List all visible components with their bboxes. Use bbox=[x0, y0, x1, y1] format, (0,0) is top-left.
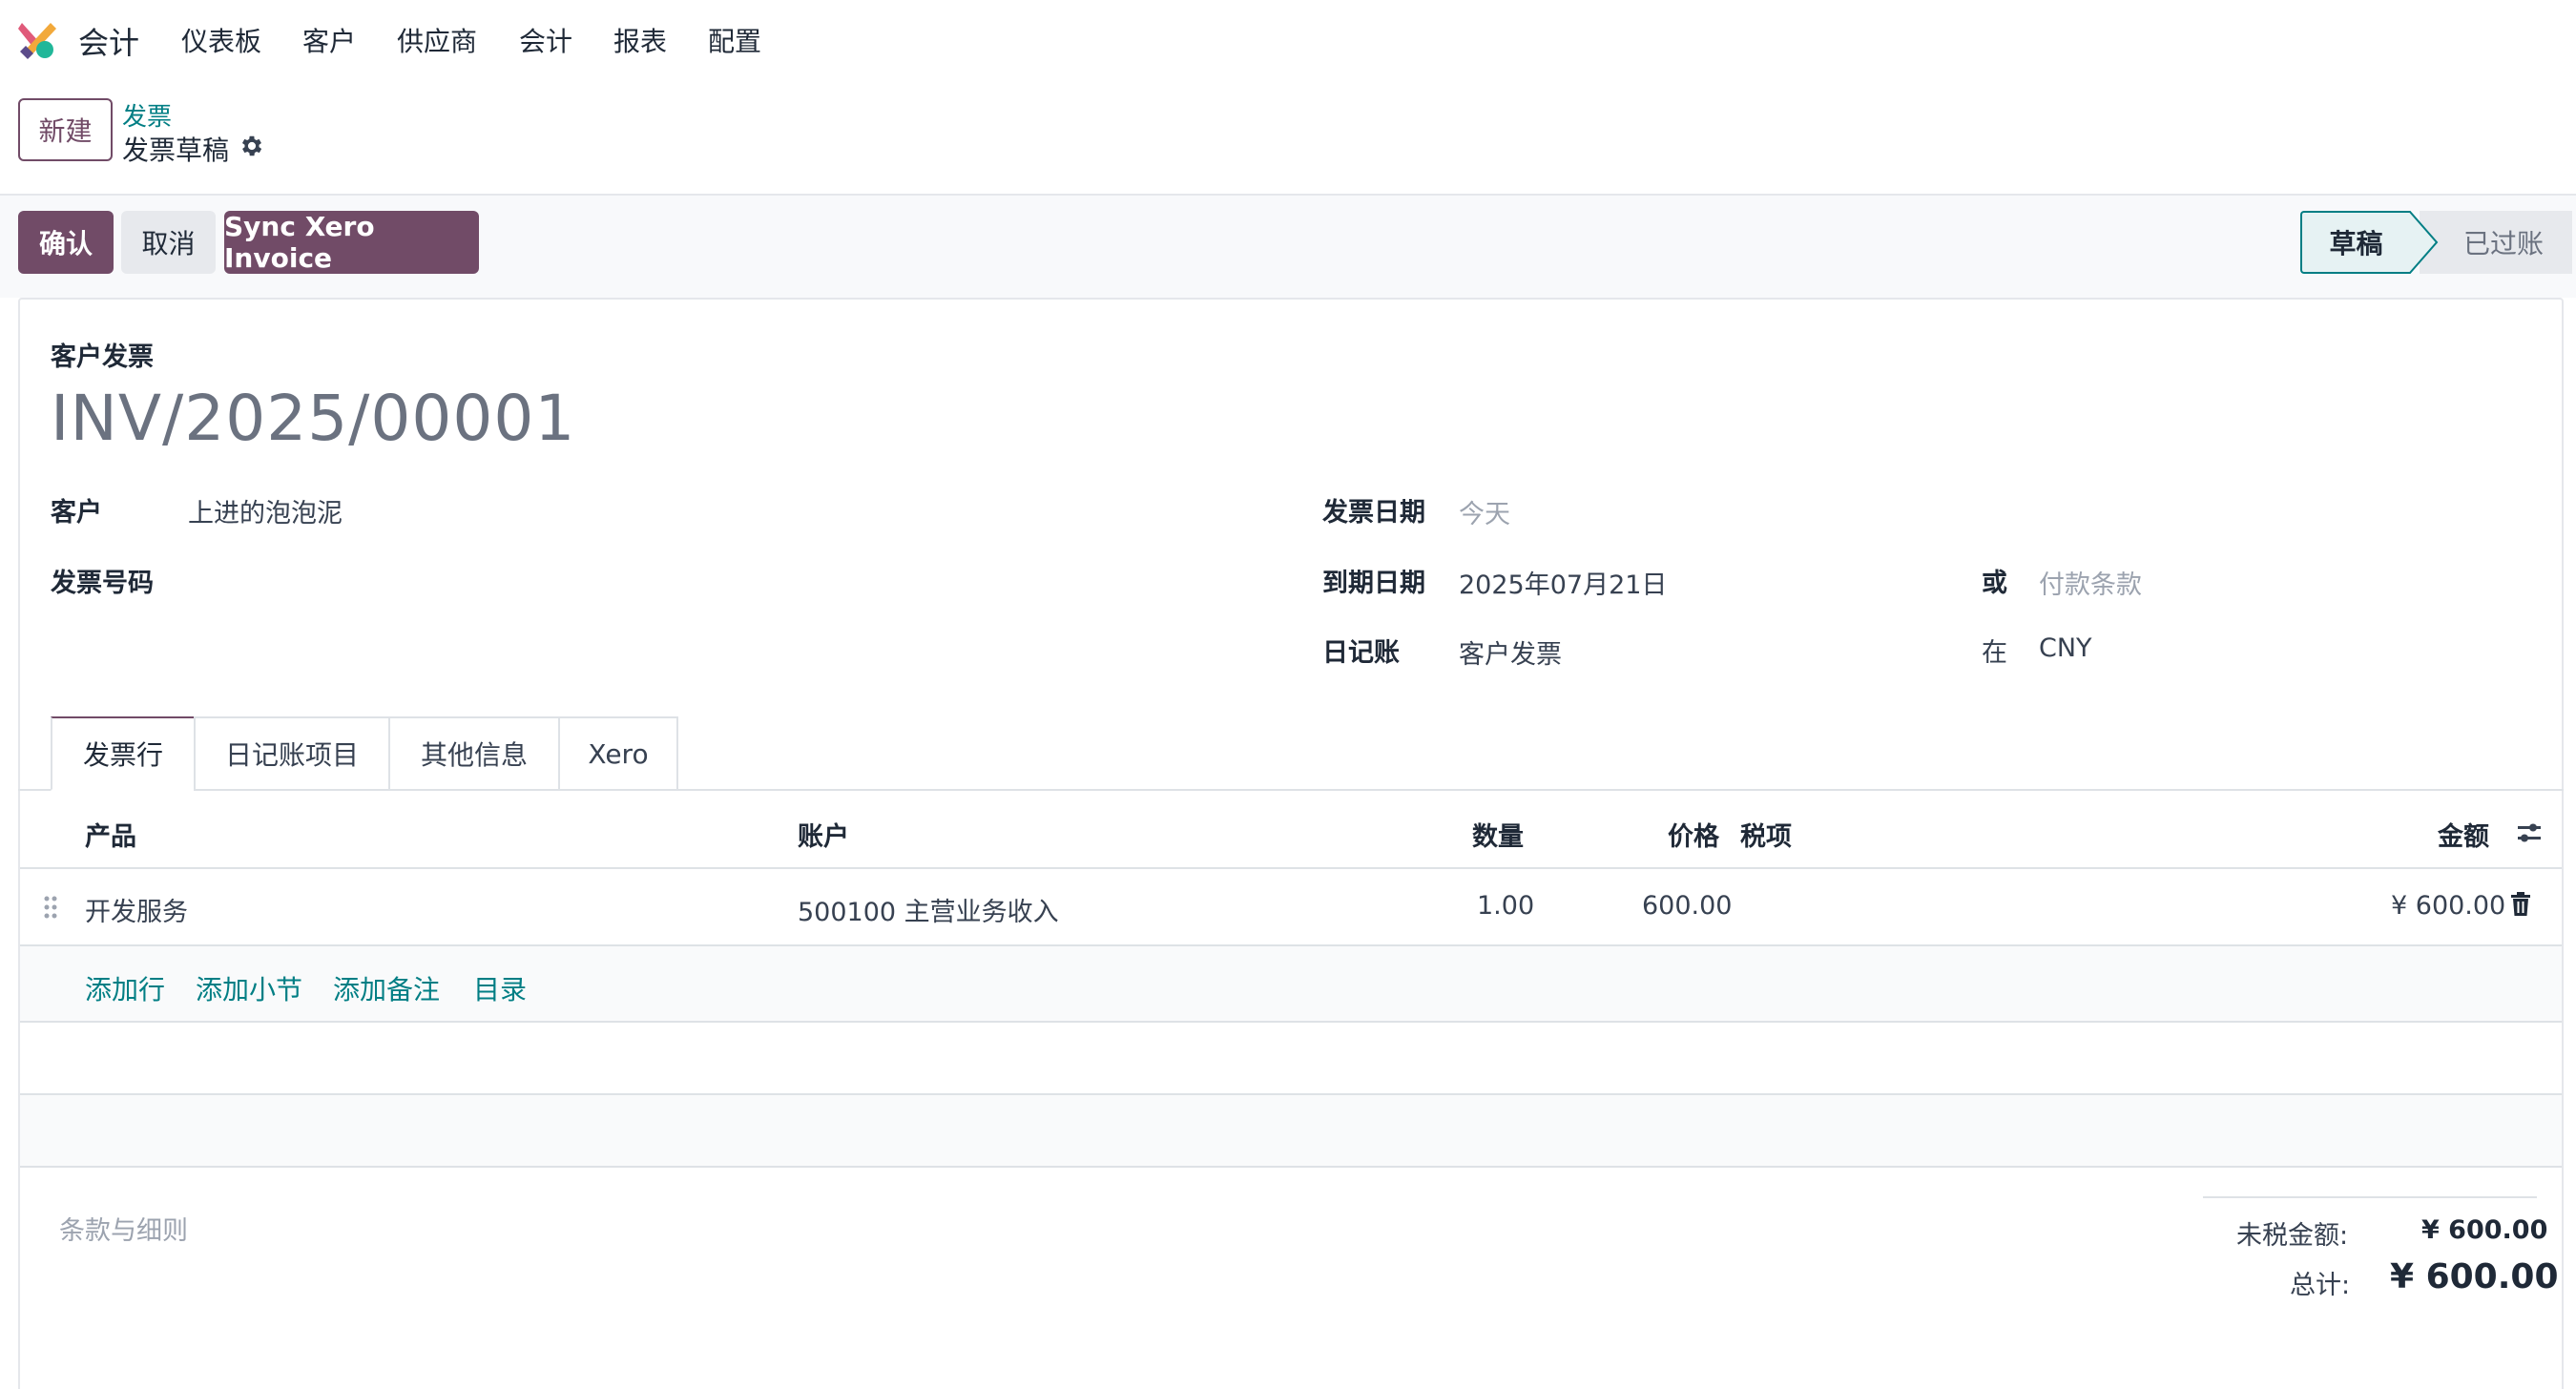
catalog-link[interactable]: 目录 bbox=[473, 969, 527, 1007]
trash-icon[interactable] bbox=[2509, 891, 2532, 918]
journal-field[interactable]: 客户发票 bbox=[1459, 633, 1562, 671]
document-type: 客户发票 bbox=[51, 342, 154, 372]
total-label: 总计: bbox=[2290, 1271, 2351, 1300]
column-header-product[interactable]: 产品 bbox=[85, 816, 136, 853]
column-header-taxes[interactable]: 税项 bbox=[1740, 816, 1792, 853]
app-logo-icon[interactable] bbox=[16, 19, 58, 61]
cell-account[interactable]: 500100 主营业务收入 bbox=[798, 891, 1059, 928]
nav-item-vendors[interactable]: 供应商 bbox=[397, 21, 477, 59]
terms-and-conditions-field[interactable]: 条款与细则 bbox=[59, 1210, 188, 1247]
add-line-link[interactable]: 添加行 bbox=[85, 969, 165, 1007]
add-note-link[interactable]: 添加备注 bbox=[333, 969, 440, 1007]
gear-icon[interactable] bbox=[239, 133, 265, 159]
due-date-label: 到期日期 bbox=[1322, 569, 1425, 598]
breadcrumb-invoices-link[interactable]: 发票 bbox=[122, 97, 172, 133]
app-name[interactable]: 会计 bbox=[78, 19, 139, 63]
tab-other-info[interactable]: 其他信息 bbox=[388, 716, 560, 791]
nav-item-customers[interactable]: 客户 bbox=[302, 21, 356, 59]
tab-invoice-lines[interactable]: 发票行 bbox=[51, 716, 196, 791]
invoice-ref-field[interactable] bbox=[188, 562, 1047, 594]
column-header-quantity[interactable]: 数量 bbox=[1472, 816, 1524, 853]
table-row-divider bbox=[20, 1166, 2562, 1168]
currency-field[interactable]: CNY bbox=[2039, 633, 2092, 663]
tab-journal-items[interactable]: 日记账项目 bbox=[194, 716, 390, 791]
add-section-link[interactable]: 添加小节 bbox=[196, 969, 302, 1007]
untaxed-amount-value: ¥ 600.00 bbox=[2421, 1215, 2548, 1245]
tab-xero[interactable]: Xero bbox=[558, 716, 678, 791]
optional-columns-icon[interactable] bbox=[2515, 819, 2544, 847]
in-label: 在 bbox=[1982, 638, 2007, 668]
invoice-ref-label: 发票号码 bbox=[51, 569, 154, 598]
cell-price[interactable]: 600.00 bbox=[1642, 891, 1732, 921]
cancel-button[interactable]: 取消 bbox=[121, 211, 216, 274]
customer-field[interactable]: 上进的泡泡泥 bbox=[188, 492, 343, 529]
table-row[interactable] bbox=[20, 869, 2562, 945]
invoice-date-field[interactable]: 今天 bbox=[1459, 493, 1510, 530]
invoice-number: INV/2025/00001 bbox=[51, 382, 576, 455]
column-header-price[interactable]: 价格 bbox=[1668, 816, 1719, 853]
stage-arrow-icon bbox=[2408, 211, 2439, 274]
stage-draft[interactable]: 草稿 bbox=[2300, 211, 2410, 274]
or-label: 或 bbox=[1982, 569, 2007, 598]
confirm-button[interactable]: 确认 bbox=[18, 211, 114, 274]
new-button[interactable]: 新建 bbox=[18, 98, 113, 161]
column-header-account[interactable]: 账户 bbox=[798, 816, 849, 853]
stage-posted[interactable]: 已过账 bbox=[2420, 211, 2572, 274]
empty-table-row bbox=[20, 1095, 2562, 1168]
customer-label: 客户 bbox=[51, 498, 102, 528]
column-header-amount[interactable]: 金额 bbox=[2438, 816, 2489, 853]
nav-item-configuration[interactable]: 配置 bbox=[708, 21, 761, 59]
due-date-field[interactable]: 2025年07月21日 bbox=[1459, 564, 1667, 601]
cell-product[interactable]: 开发服务 bbox=[85, 891, 188, 928]
empty-table-row bbox=[20, 1023, 2562, 1095]
cell-quantity[interactable]: 1.00 bbox=[1477, 891, 1534, 921]
nav-item-dashboard[interactable]: 仪表板 bbox=[181, 21, 261, 59]
sync-xero-invoice-button[interactable]: Sync Xero Invoice bbox=[224, 211, 479, 274]
payment-terms-field[interactable]: 付款条款 bbox=[2039, 564, 2142, 601]
cell-amount: ¥ 600.00 bbox=[2391, 891, 2506, 921]
top-navbar: 会计 仪表板 客户 供应商 会计 报表 配置 bbox=[0, 0, 2576, 80]
drag-handle-icon[interactable] bbox=[42, 894, 59, 921]
nav-item-reports[interactable]: 报表 bbox=[613, 21, 667, 59]
breadcrumb-current: 发票草稿 bbox=[122, 135, 230, 166]
invoice-date-label: 发票日期 bbox=[1322, 498, 1425, 528]
form-sheet bbox=[18, 298, 2564, 1389]
journal-label: 日记账 bbox=[1322, 638, 1400, 668]
untaxed-amount-label: 未税金额: bbox=[2236, 1221, 2349, 1251]
nav-item-accounting[interactable]: 会计 bbox=[519, 21, 572, 59]
totals-divider bbox=[2203, 1196, 2537, 1198]
total-value: ¥ 600.00 bbox=[2390, 1257, 2559, 1296]
